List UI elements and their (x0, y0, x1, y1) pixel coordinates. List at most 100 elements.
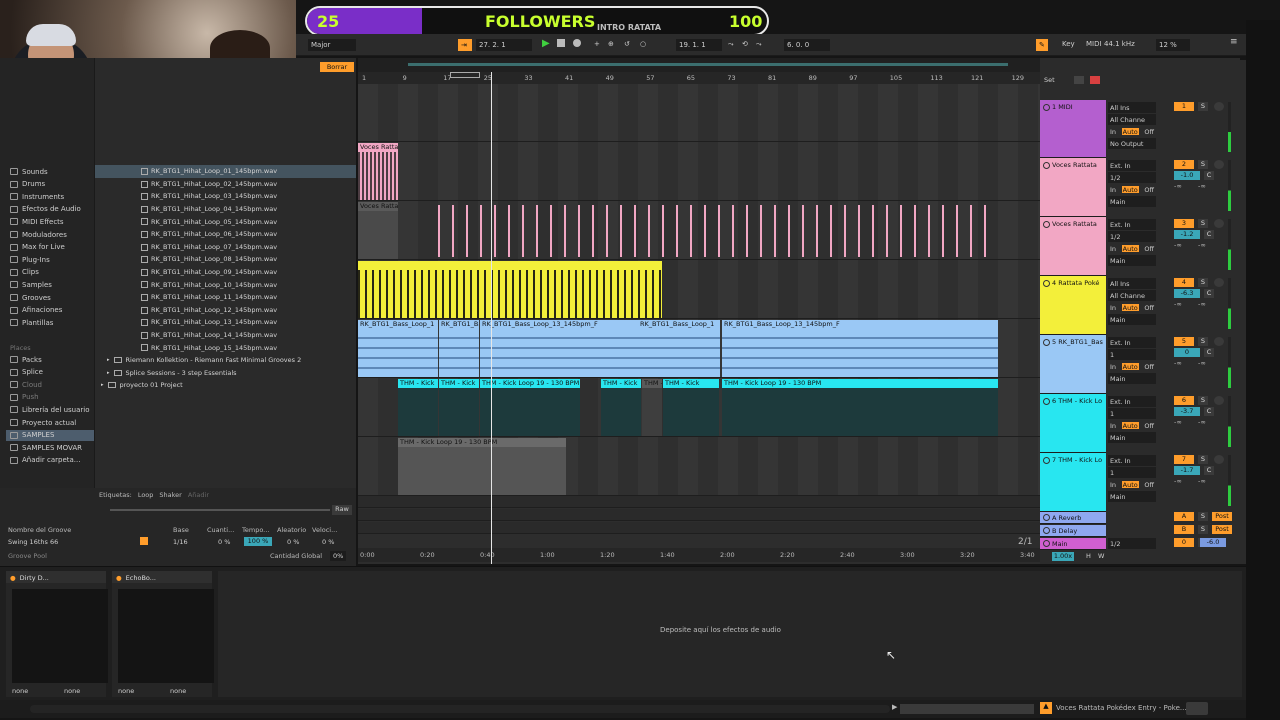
clip-bass-4[interactable]: RK_BTG1_Bass_Loop_1 (638, 320, 720, 377)
clip-voces-1[interactable]: Voces Rattata (358, 143, 398, 200)
file-row[interactable]: RK_BTG1_Hihat_Loop_08_145bpm.wav (95, 253, 356, 266)
file-row[interactable]: RK_BTG1_Hihat_Loop_05_145bpm.wav (95, 215, 356, 228)
clip-voces-slice[interactable] (648, 205, 650, 257)
monitor-switch[interactable]: In Auto Off (1108, 361, 1156, 372)
pan-center[interactable]: C (1204, 348, 1214, 357)
pan-center[interactable]: C (1204, 171, 1214, 180)
track-fold-icon[interactable] (1043, 162, 1050, 169)
clip-voces-slice[interactable] (886, 205, 888, 257)
clip-voces-slice[interactable] (550, 205, 552, 257)
file-row[interactable]: RK_BTG1_Hihat_Loop_09_145bpm.wav (95, 266, 356, 279)
clip-voces-slice[interactable] (802, 205, 804, 257)
arm-button[interactable] (1214, 219, 1224, 228)
main-volume[interactable]: -6.0 (1200, 538, 1226, 547)
menu-icon[interactable]: ≡ (1230, 37, 1238, 47)
monitor-off[interactable]: Off (1144, 245, 1154, 253)
clip-voces-slice[interactable] (676, 205, 678, 257)
effects-drop-zone[interactable] (218, 571, 1242, 697)
arm-button[interactable] (1214, 102, 1224, 111)
view-toggle-icon[interactable] (1186, 702, 1208, 715)
scale-select[interactable]: Major (308, 39, 356, 51)
pan-center[interactable]: C (1204, 407, 1214, 416)
clip-kick-4[interactable]: THM - Kick (601, 379, 641, 436)
arm-button[interactable] (1214, 278, 1224, 287)
punch-out-icon[interactable]: ⤳ (756, 40, 762, 49)
place-push[interactable]: Push (10, 392, 39, 403)
arm-button[interactable] (1214, 455, 1224, 464)
monitor-switch[interactable]: In Auto Off (1108, 184, 1156, 195)
pan-center[interactable]: C (1204, 466, 1214, 475)
arrangement-position[interactable]: 27. 2. 1 (476, 39, 532, 51)
monitor-off[interactable]: Off (1144, 481, 1154, 489)
monitor-in[interactable]: In (1110, 422, 1116, 430)
clip-voces-slice[interactable] (970, 205, 972, 257)
clip-kick-6[interactable]: THM - Kick (663, 379, 719, 436)
clip-rattata-poke[interactable] (358, 261, 662, 318)
monitor-off[interactable]: Off (1144, 128, 1154, 136)
track-header-1[interactable]: 1 MIDI (1040, 100, 1106, 158)
monitor-in[interactable]: In (1110, 128, 1116, 136)
output-select[interactable]: Main (1108, 373, 1156, 384)
clip-bass-3[interactable]: RK_BTG1_Bass_Loop_13_145bpm_F (480, 320, 640, 377)
track-activator[interactable]: 2 (1174, 160, 1194, 169)
solo-button[interactable]: S (1198, 219, 1208, 228)
status-scroll[interactable] (30, 705, 890, 713)
monitor-switch[interactable]: In Auto Off (1108, 479, 1156, 490)
tag-shaker[interactable]: Shaker (159, 491, 181, 499)
return-fold-icon[interactable] (1043, 527, 1050, 534)
monitor-auto[interactable]: Auto (1121, 245, 1139, 253)
clip-voces-slice[interactable] (452, 205, 454, 257)
clip-voces-slice[interactable] (522, 205, 524, 257)
monitor-in[interactable]: In (1110, 304, 1116, 312)
folder-row[interactable]: ▸ Riemann Kollektion - Riemann Fast Minim… (95, 354, 356, 367)
monitor-auto[interactable]: Auto (1121, 363, 1139, 371)
device-dirty-delay[interactable]: ● Dirty D... none none (6, 571, 108, 697)
monitor-off[interactable]: Off (1144, 186, 1154, 194)
place-packs[interactable]: Packs (10, 354, 42, 365)
arm-button[interactable] (1214, 160, 1224, 169)
pan-center[interactable]: C (1204, 289, 1214, 298)
device-1-select-a[interactable]: none (12, 687, 28, 695)
automation-arm-icon[interactable]: ⊕ (608, 40, 614, 48)
send-b[interactable]: -∞ (1198, 418, 1206, 426)
input-type-select[interactable]: Ext. In (1108, 396, 1156, 407)
monitor-in[interactable]: In (1110, 186, 1116, 194)
clip-voces-slice[interactable] (480, 205, 482, 257)
input-channel-select[interactable]: All Channe (1108, 290, 1156, 301)
clip-voces-slice[interactable] (788, 205, 790, 257)
category-clips[interactable]: Clips (10, 267, 39, 278)
send-a[interactable]: -∞ (1174, 418, 1182, 426)
width-button[interactable]: W (1098, 552, 1104, 560)
clip-voces-slice[interactable] (746, 205, 748, 257)
clip-voces-slice[interactable] (858, 205, 860, 257)
groove-row-quant[interactable]: 0 % (218, 538, 230, 546)
clip-voces-slice[interactable] (900, 205, 902, 257)
loop-brace[interactable] (450, 72, 480, 78)
groove-row-name[interactable]: Swing 16ths 66 (8, 538, 58, 546)
return-header-A[interactable]: A Reverb (1040, 512, 1106, 524)
place-librer-a-del-usuario[interactable]: Librería del usuario (10, 404, 90, 415)
send-b[interactable]: -∞ (1198, 241, 1206, 249)
input-type-select[interactable]: All Ins (1108, 278, 1156, 289)
category-moduladores[interactable]: Moduladores (10, 229, 67, 240)
tag-add[interactable]: Añadir (188, 491, 209, 499)
clip-kick-3[interactable]: THM - Kick Loop 19 - 130 BPM (480, 379, 580, 436)
input-channel-select[interactable]: 1/2 (1108, 231, 1156, 242)
track-activator[interactable]: 3 (1174, 219, 1194, 228)
clip-voces-slice[interactable] (662, 205, 664, 257)
warning-icon[interactable]: ▲ (1040, 702, 1052, 714)
file-row[interactable]: RK_BTG1_Hihat_Loop_14_145bpm.wav (95, 329, 356, 342)
category-midi-effects[interactable]: MIDI Effects (10, 216, 64, 227)
clip-voces-slice[interactable] (704, 205, 706, 257)
folder-row[interactable]: ▸ proyecto 01 Project (95, 379, 356, 392)
track-header-6[interactable]: 6 THM - Kick Lo (1040, 394, 1106, 453)
clip-bass-1[interactable]: RK_BTG1_Bass_Loop_1 (358, 320, 438, 377)
bar-ruler[interactable]: 1 9 17 25 33 41 49 57 65 73 81 89 97 105 113 121 129 (358, 72, 1040, 84)
monitor-in[interactable]: In (1110, 481, 1116, 489)
pan-center[interactable]: C (1204, 230, 1214, 239)
delete-button[interactable]: Borrar (320, 62, 354, 72)
clip-voces-slice[interactable] (844, 205, 846, 257)
mixer-scrollbar[interactable] (1240, 60, 1246, 564)
solo-button[interactable]: S (1198, 160, 1208, 169)
track-fold-icon[interactable] (1043, 280, 1050, 287)
